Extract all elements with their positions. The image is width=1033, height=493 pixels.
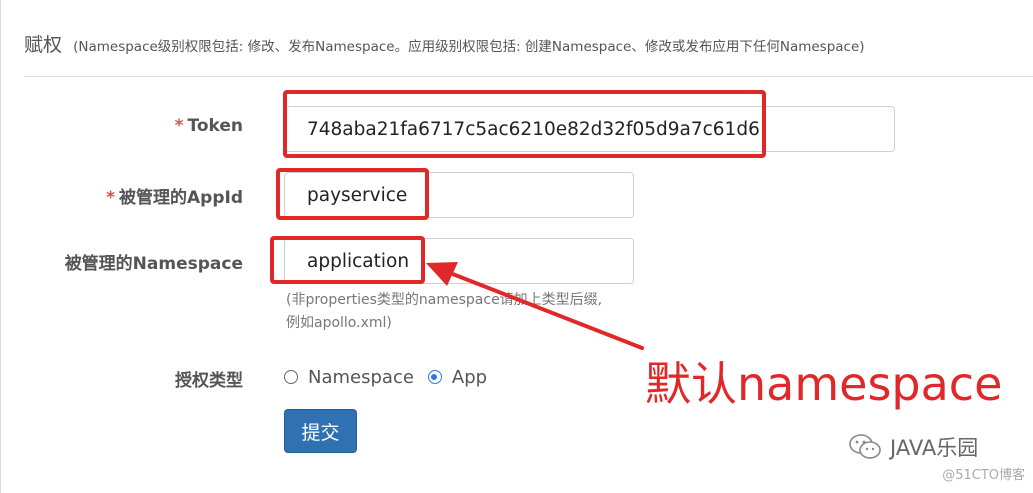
radio-namespace[interactable]: Namespace	[284, 367, 414, 388]
appid-input[interactable]	[284, 172, 634, 218]
token-input[interactable]	[284, 106, 895, 152]
auth-type-label: 授权类型	[175, 371, 243, 391]
namespace-input[interactable]	[284, 238, 634, 284]
page-title: 赋权	[24, 34, 63, 56]
token-label: * Token	[175, 116, 243, 136]
hint-line: 例如apollo.xml)	[286, 315, 392, 331]
token-label-text: Token	[187, 116, 244, 136]
submit-button[interactable]: 提交	[284, 409, 357, 453]
default-namespace-annotation: 默认namespace	[645, 357, 1003, 411]
radio-unchecked-icon[interactable]	[284, 370, 298, 384]
appid-label-text: 被管理的AppId	[119, 188, 243, 208]
permission-description: (Namespace级别权限包括: 修改、发布Namespace。应用级别权限包…	[73, 39, 865, 55]
radio-app[interactable]: App	[427, 366, 488, 388]
brand-name: JAVA乐园	[890, 436, 979, 460]
site-credit: @51CTO博客	[942, 468, 1025, 483]
required-mark: *	[106, 188, 115, 208]
brand-watermark: JAVA乐园	[848, 432, 978, 462]
wechat-icon	[849, 434, 881, 459]
radio-checked-icon[interactable]	[427, 370, 442, 384]
required-mark: *	[174, 116, 184, 136]
section-header: 赋权 (Namespace级别权限包括: 修改、发布Namespace。应用级别…	[24, 30, 865, 56]
radio-app-label: App	[451, 366, 488, 388]
header-divider	[24, 76, 1033, 77]
left-border	[0, 0, 1, 493]
auth-type-radio-group: Namespace App	[284, 364, 501, 390]
namespace-label: 被管理的Namespace	[64, 254, 243, 274]
namespace-hint: (非properties类型的namespace请加上类型后缀, 例如apoll…	[286, 289, 602, 335]
hint-line: (非properties类型的namespace请加上类型后缀,	[286, 292, 603, 308]
radio-namespace-label: Namespace	[308, 366, 414, 388]
appid-label: * 被管理的AppId	[106, 183, 243, 208]
